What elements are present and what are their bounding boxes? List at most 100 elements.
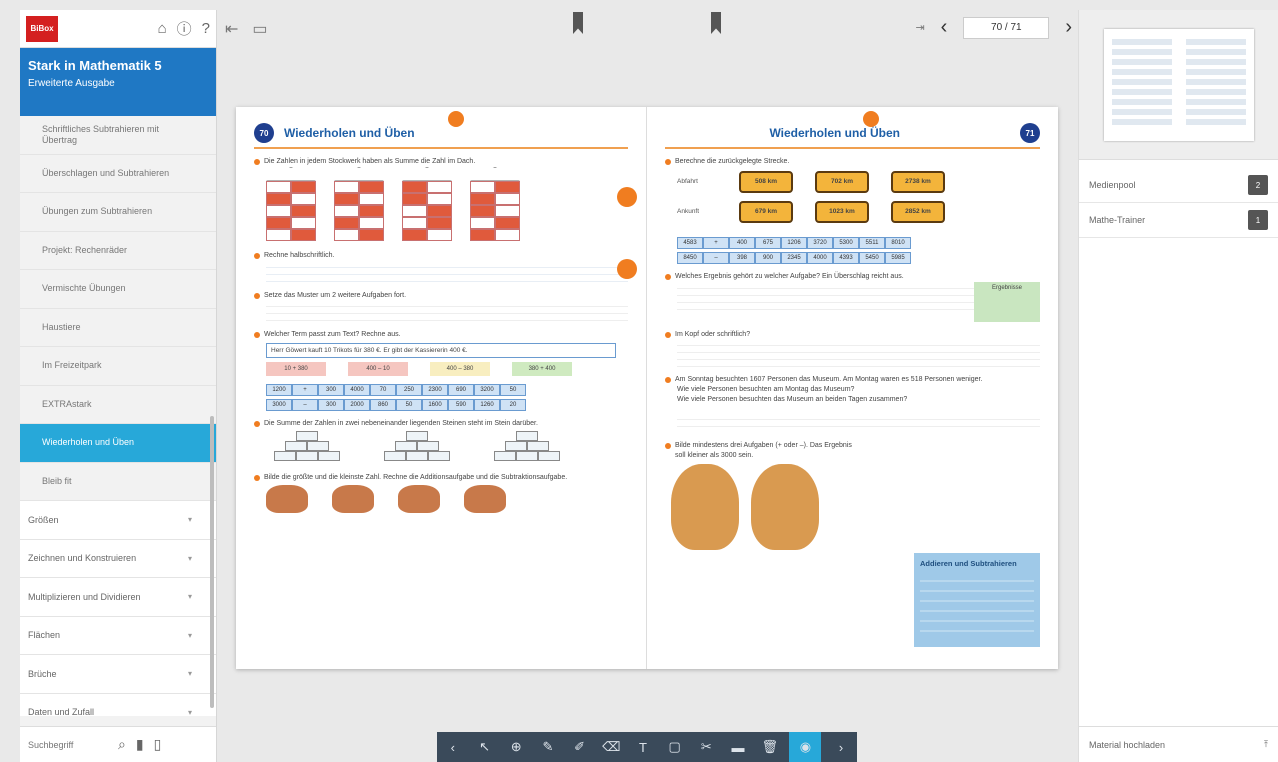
- book-header[interactable]: Stark in Mathematik 5 Erweiterte Ausgabe: [20, 48, 216, 116]
- task-text: Welches Ergebnis gehört zu welcher Aufga…: [675, 272, 904, 280]
- term-chip: 10 + 380: [266, 362, 326, 377]
- nav-category[interactable]: Größen ▾: [20, 501, 216, 540]
- table-cell: 900: [755, 251, 781, 264]
- nav-category[interactable]: Zeichnen und Konstruieren ▾: [20, 539, 216, 578]
- pointer-icon[interactable]: ↖: [473, 739, 497, 755]
- mathe-trainer-item[interactable]: Mathe-Trainer 1: [1079, 203, 1278, 238]
- media-icon[interactable]: [863, 111, 879, 127]
- info-icon[interactable]: ⓘ: [177, 18, 192, 39]
- table-cell: +: [703, 236, 729, 249]
- bookmark-icon[interactable]: [711, 12, 721, 34]
- zoom-icon[interactable]: ⊕: [504, 739, 528, 755]
- page-thumbnail[interactable]: [1079, 10, 1278, 160]
- bookmarks-icon[interactable]: ▮: [136, 736, 144, 753]
- number-houses: [266, 166, 628, 243]
- nav-item[interactable]: Übungen zum Subtrahieren: [20, 193, 216, 232]
- page-navigation: ⇥ ‹ 70 / 71 ›: [915, 16, 1072, 39]
- count-badge: 1: [1248, 210, 1268, 230]
- task: Setze das Muster um 2 weitere Aufgaben f…: [254, 291, 628, 323]
- table-cell: 5511: [859, 236, 885, 249]
- nav-item[interactable]: Im Freizeitpark: [20, 347, 216, 386]
- upload-icon[interactable]: ⤒: [1264, 739, 1268, 750]
- table-cell: 2300: [422, 384, 448, 397]
- screen-icon[interactable]: ▬: [726, 740, 750, 755]
- page-title: Wiederholen und Üben: [284, 126, 415, 140]
- page-header: Wiederholen und Üben 71: [665, 119, 1040, 149]
- number-pyramids: [254, 429, 628, 465]
- previous-tool-icon[interactable]: ‹: [441, 740, 465, 755]
- collapse-sidebar-icon[interactable]: ⇤: [225, 19, 238, 39]
- nav-item-active[interactable]: Wiederholen und Üben: [20, 424, 216, 463]
- table-cell: –: [292, 399, 318, 412]
- nav-item[interactable]: Vermischte Übungen: [20, 270, 216, 309]
- highlighter-icon[interactable]: ✐: [568, 739, 592, 755]
- table-cell: 300: [318, 399, 344, 412]
- eraser-icon[interactable]: ⌫: [599, 739, 623, 755]
- chevron-down-icon: ▾: [187, 592, 192, 602]
- table-cell: 300: [318, 384, 344, 397]
- table-cell: 860: [370, 399, 396, 412]
- number-house: [470, 166, 520, 243]
- home-icon[interactable]: ⌂: [158, 20, 167, 37]
- collapse-panel-icon[interactable]: ⇥: [915, 21, 924, 34]
- nav-item[interactable]: Überschlagen und Subtrahieren: [20, 155, 216, 193]
- nav-item[interactable]: Projekt: Rechenräder: [20, 232, 216, 270]
- upload-bar[interactable]: Material hochladen ⤒: [1079, 726, 1278, 762]
- nav-item[interactable]: Bleib fit: [20, 463, 216, 501]
- term-chip: 380 + 400: [512, 362, 572, 377]
- page-number: 71: [1020, 123, 1040, 143]
- nav-category[interactable]: Daten und Zufall ▾: [20, 693, 216, 716]
- category-label: Multiplizieren und Dividieren: [28, 591, 141, 602]
- search-icon[interactable]: ⌕: [118, 736, 126, 753]
- nav-category[interactable]: Multiplizieren und Dividieren ▾: [20, 578, 216, 617]
- previous-page-icon[interactable]: ‹: [941, 16, 948, 39]
- document-icon[interactable]: ▭: [252, 19, 267, 39]
- task-text: Berechne die zurückgelegte Strecke.: [675, 158, 790, 165]
- table-cell: 590: [448, 399, 474, 412]
- next-page-icon[interactable]: ›: [1065, 16, 1072, 39]
- search-input[interactable]: [28, 739, 108, 750]
- mathe-trainer-label: Mathe-Trainer: [1089, 215, 1146, 225]
- table-cell: 675: [755, 236, 781, 249]
- distance-sign: 2852 km: [891, 200, 945, 223]
- calc-table-a: 1200 +300 4000 70 250 2300 690 3200 50: [266, 384, 616, 397]
- media-icon[interactable]: [448, 111, 464, 127]
- media-link-icon[interactable]: [617, 259, 637, 279]
- media-link-icon[interactable]: [617, 187, 637, 207]
- task: 1200 +300 4000 70 250 2300 690 3200 50 3000–300 2…: [254, 384, 628, 412]
- money-bag-image: [398, 484, 440, 513]
- eye-icon[interactable]: ◉: [789, 732, 822, 762]
- bibox-logo: BiBox: [26, 15, 58, 42]
- nav-item[interactable]: EXTRAstark: [20, 386, 216, 424]
- distance-sign: 1023 km: [815, 200, 869, 223]
- medienpool-item[interactable]: Medienpool 2: [1079, 168, 1278, 203]
- text-box-icon[interactable]: T: [631, 740, 655, 755]
- bookmark-icon[interactable]: [573, 12, 583, 34]
- sidebar-scrollbar[interactable]: [210, 416, 214, 708]
- task: Im Kopf oder schriftlich?: [665, 330, 1040, 368]
- task: Welches Ergebnis gehört zu welcher Aufga…: [665, 272, 1040, 322]
- nav-category[interactable]: Brüche ▾: [20, 655, 216, 694]
- chevron-down-icon: ▾: [187, 630, 192, 640]
- pencil-icon[interactable]: ✎: [536, 739, 560, 755]
- scissors-icon[interactable]: ✂: [694, 739, 718, 755]
- nav-category[interactable]: Flächen ▾: [20, 616, 216, 655]
- trash-icon[interactable]: 🗑: [758, 739, 782, 755]
- table-cell: 3200: [474, 384, 500, 397]
- page-indicator[interactable]: 70 / 71: [963, 16, 1050, 39]
- bibox-reader: BiBox ⌂ ⓘ ? Stark in Mathematik 5 Erweit…: [0, 0, 1278, 762]
- next-tool-icon[interactable]: ›: [829, 740, 853, 755]
- results-box: Ergebnisse: [974, 281, 1040, 322]
- table-cell: 8010: [885, 236, 911, 249]
- task: Die Summe der Zahlen in zwei nebeneinand…: [254, 419, 628, 465]
- pages-icon[interactable]: ▯: [154, 736, 162, 753]
- info-box-title: Addieren und Subtrahieren: [920, 559, 1017, 568]
- help-icon[interactable]: ?: [202, 20, 210, 37]
- term-chip: 400 – 380: [430, 362, 490, 377]
- task: 4583 +400 675 1206 3720 5300 5511 8010 8450–398…: [665, 236, 1040, 264]
- task: Bilde mindestens drei Aufgaben (+ oder –…: [665, 441, 1040, 554]
- nav-item[interactable]: Schriftliches Subtrahieren mit Übertrag: [20, 116, 216, 155]
- calc-table-a: 4583 +400 675 1206 3720 5300 5511 8010: [677, 236, 1028, 249]
- note-icon[interactable]: ▢: [663, 739, 687, 755]
- nav-item[interactable]: Haustiere: [20, 309, 216, 347]
